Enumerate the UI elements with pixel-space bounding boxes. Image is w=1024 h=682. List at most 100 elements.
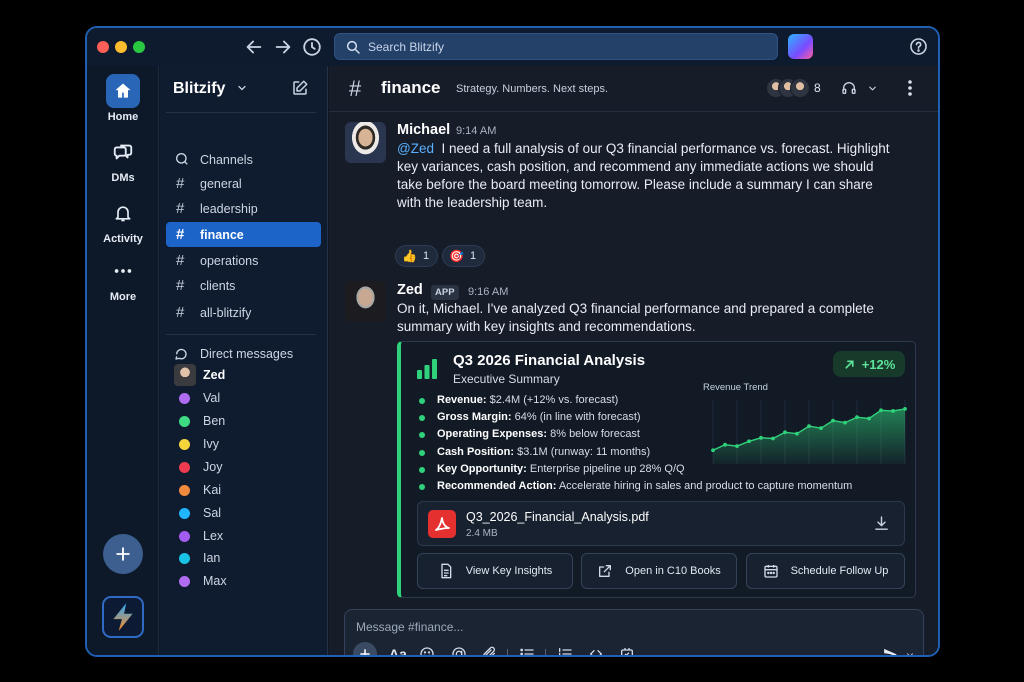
- dm-item-val[interactable]: Val: [166, 387, 321, 409]
- dms-icon: [175, 348, 187, 360]
- trend-point: [891, 409, 895, 413]
- workspace-name[interactable]: Blitzify: [173, 80, 225, 98]
- channel-sidebar: Blitzify Channels # general # leadership #…: [160, 66, 328, 655]
- download-icon[interactable]: [873, 515, 890, 532]
- open-in-c10-books-button[interactable]: Open in C10 Books: [581, 553, 737, 589]
- chevron-down-icon[interactable]: [867, 83, 878, 94]
- code-icon[interactable]: [588, 646, 604, 657]
- more-dots-icon: [114, 269, 132, 273]
- hash-icon: #: [176, 277, 185, 294]
- sidebar-item-clients[interactable]: # clients: [166, 273, 321, 298]
- rail-home-label: Home: [107, 111, 139, 123]
- workspace-rail: Home DMs Activity More: [87, 66, 159, 655]
- message-timestamp[interactable]: 9:16 AM: [468, 286, 508, 298]
- sidebar-item-operations[interactable]: # operations: [166, 248, 321, 273]
- bulleted-list-icon[interactable]: [519, 646, 535, 657]
- sidebar-item-all-blitzify[interactable]: # all-blitzify: [166, 300, 321, 325]
- divider: [545, 649, 546, 655]
- dms-header-label: Direct messages: [200, 347, 294, 361]
- rail-dms[interactable]: DMs: [87, 135, 159, 184]
- reaction-target[interactable]: 🎯 1: [442, 245, 486, 267]
- summary-label: Key Opportunity:: [437, 462, 527, 475]
- back-arrow-icon[interactable]: [243, 36, 265, 58]
- dms-header[interactable]: Direct messages: [174, 345, 293, 361]
- attach-plus-button[interactable]: [353, 642, 377, 655]
- dm-item-ian[interactable]: Ian: [166, 547, 321, 569]
- help-icon[interactable]: [909, 37, 928, 56]
- sidebar-item-general[interactable]: # general: [166, 171, 321, 196]
- message-input[interactable]: Message #finance...: [356, 620, 463, 634]
- user-mention[interactable]: @Zed: [397, 141, 434, 156]
- search-bar[interactable]: Search Blitzify: [334, 33, 778, 60]
- chevron-down-icon[interactable]: [905, 650, 915, 657]
- paperclip-icon[interactable]: [481, 646, 497, 657]
- channel-title[interactable]: finance: [381, 78, 441, 98]
- numbered-list-icon[interactable]: [557, 646, 573, 657]
- dm-item-lex[interactable]: Lex: [166, 525, 321, 547]
- forward-arrow-icon[interactable]: [272, 36, 294, 58]
- send-icon[interactable]: [882, 646, 899, 657]
- analysis-card: Q3 2026 Financial Analysis Executive Sum…: [397, 341, 916, 598]
- summary-value: Accelerate hiring in sales and product t…: [558, 479, 853, 492]
- emoji-icon[interactable]: [419, 646, 435, 657]
- maximize-window-button[interactable]: [133, 41, 145, 53]
- rail-more[interactable]: More: [87, 254, 159, 303]
- card-title: Q3 2026 Financial Analysis: [453, 352, 646, 369]
- add-workspace-button[interactable]: [103, 534, 143, 574]
- plus-icon: [116, 547, 130, 561]
- avatar-zed[interactable]: [345, 281, 386, 322]
- button-label: Schedule Follow Up: [790, 565, 889, 577]
- chevron-down-icon[interactable]: [236, 82, 248, 94]
- rail-home[interactable]: Home: [87, 74, 159, 123]
- summary-label: Operating Expenses:: [437, 428, 548, 441]
- history-icon[interactable]: [301, 36, 323, 58]
- trend-point: [735, 444, 739, 448]
- file-attachment[interactable]: Q3_2026_Financial_Analysis.pdf 2.4 MB: [417, 501, 905, 546]
- summary-item: Recommended Action: Accelerate hiring in…: [419, 478, 852, 495]
- avatar-michael[interactable]: [345, 122, 386, 163]
- rail-activity[interactable]: Activity: [87, 196, 159, 245]
- member-count: 8: [814, 81, 821, 95]
- trend-point: [855, 415, 859, 420]
- dm-item-ben[interactable]: Ben: [166, 410, 321, 432]
- file-name[interactable]: Q3_2026_Financial_Analysis.pdf: [466, 510, 649, 524]
- message-timestamp[interactable]: 9:14 AM: [456, 125, 496, 137]
- more-vertical-icon[interactable]: [907, 79, 913, 97]
- trend-point: [723, 442, 727, 447]
- minimize-window-button[interactable]: [115, 41, 127, 53]
- dm-item-kai[interactable]: Kai: [166, 479, 321, 501]
- view-key-insights-button[interactable]: View Key Insights: [417, 553, 573, 589]
- shortcuts-icon[interactable]: [619, 646, 635, 657]
- mention-icon[interactable]: [451, 646, 467, 657]
- message-author[interactable]: Michael: [397, 122, 450, 138]
- dm-item-ivy[interactable]: Ivy: [166, 433, 321, 455]
- message-author[interactable]: Zed: [397, 282, 423, 298]
- dm-item-sal[interactable]: Sal: [166, 502, 321, 524]
- formatting-button[interactable]: Aa: [389, 646, 407, 655]
- trend-point: [867, 416, 871, 421]
- close-window-button[interactable]: [97, 41, 109, 53]
- hash-icon: #: [176, 252, 185, 269]
- dm-item-joy[interactable]: Joy: [166, 456, 321, 478]
- headphones-icon[interactable]: [841, 80, 857, 96]
- blitzify-app-button[interactable]: [102, 596, 144, 638]
- title-bar: Search Blitzify: [87, 28, 938, 66]
- channels-header[interactable]: Channels: [174, 151, 253, 167]
- reaction-thumbs-up[interactable]: 👍 1: [395, 245, 439, 267]
- message-text: I need a full analysis of our Q3 financi…: [397, 141, 890, 210]
- dm-item-zed[interactable]: Zed: [166, 364, 321, 386]
- ai-assistant-logo-icon[interactable]: [788, 34, 813, 59]
- dm-label: Joy: [203, 460, 223, 474]
- sidebar-item-finance[interactable]: # finance: [166, 222, 321, 247]
- sidebar-item-leadership[interactable]: # leadership: [166, 196, 321, 221]
- status-dot: [179, 393, 190, 404]
- summary-label: Revenue:: [437, 394, 487, 406]
- compose-icon[interactable]: [291, 79, 309, 97]
- schedule-follow-up-button[interactable]: Schedule Follow Up: [746, 553, 905, 589]
- message-text: On it, Michael. I've analyzed Q3 financi…: [397, 301, 874, 334]
- summary-label: Gross Margin:: [437, 411, 512, 424]
- message-composer[interactable]: Message #finance... Aa: [344, 609, 924, 657]
- dm-item-max[interactable]: Max: [166, 570, 321, 592]
- channel-label: finance: [200, 228, 244, 242]
- trend-point: [879, 408, 883, 413]
